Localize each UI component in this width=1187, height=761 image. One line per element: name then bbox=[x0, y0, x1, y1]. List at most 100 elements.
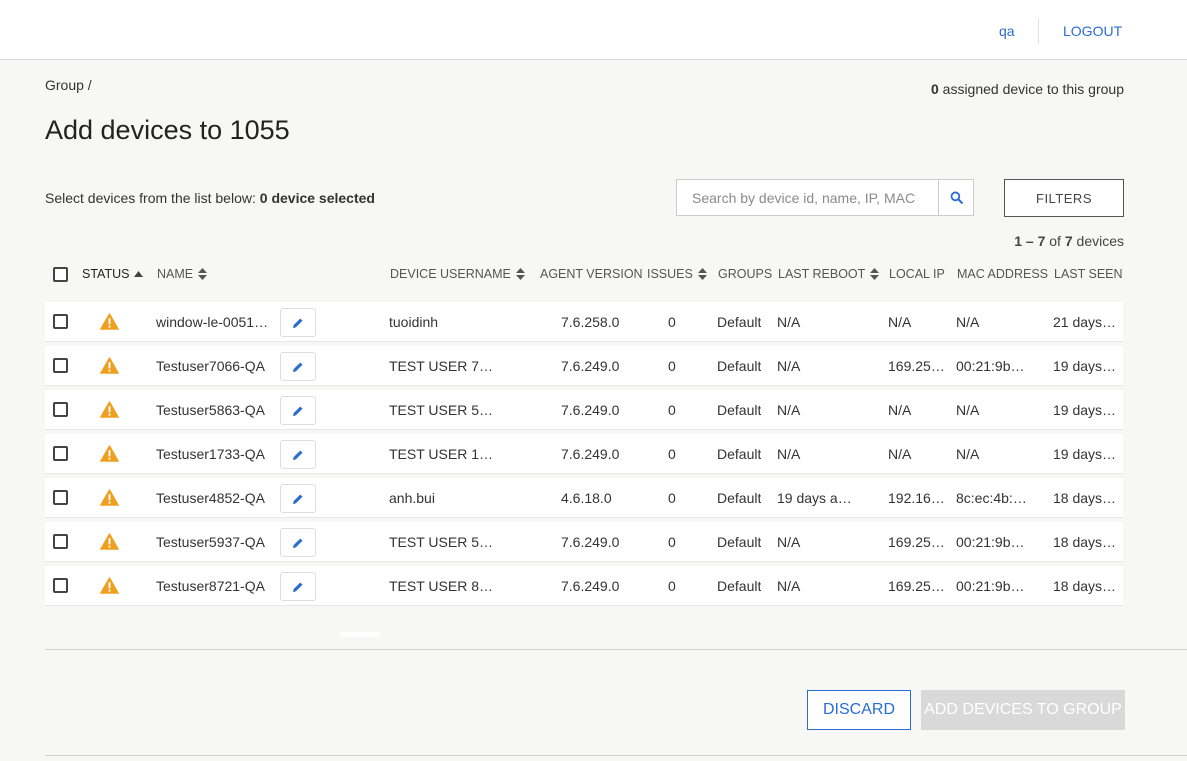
issues-count: 0 bbox=[668, 490, 676, 506]
divider bbox=[45, 649, 1187, 650]
breadcrumb[interactable]: Group / bbox=[45, 77, 92, 93]
mac-address: 8c:ec:4b:… bbox=[956, 490, 1027, 506]
table-header: STATUS NAME DEVICE USERNAME AGENT VERSIO… bbox=[45, 262, 1123, 288]
device-name: Testuser5863-QA bbox=[156, 402, 265, 418]
edit-name-button[interactable] bbox=[280, 308, 316, 337]
last-reboot: N/A bbox=[777, 534, 801, 550]
sort-icon bbox=[198, 268, 208, 280]
row-checkbox[interactable] bbox=[53, 534, 68, 549]
sort-icon bbox=[870, 268, 880, 280]
device-name: Testuser7066-QA bbox=[156, 358, 265, 374]
edit-name-button[interactable] bbox=[280, 528, 316, 557]
mac-address: N/A bbox=[956, 402, 980, 418]
warning-icon bbox=[100, 445, 119, 462]
column-name[interactable]: NAME bbox=[157, 267, 208, 281]
horizontal-scrollbar[interactable] bbox=[340, 632, 380, 637]
pagination-total: 7 bbox=[1064, 233, 1073, 249]
pagination-of: of bbox=[1049, 233, 1061, 249]
warning-icon bbox=[100, 577, 119, 594]
edit-name-button[interactable] bbox=[280, 484, 316, 513]
pencil-icon bbox=[293, 450, 303, 460]
topbar-separator bbox=[1038, 18, 1039, 44]
search-button[interactable] bbox=[938, 180, 973, 215]
warning-icon bbox=[100, 357, 119, 374]
user-menu-link[interactable]: qa bbox=[999, 23, 1015, 39]
edit-name-button[interactable] bbox=[280, 352, 316, 381]
agent-version: 7.6.249.0 bbox=[561, 534, 620, 550]
table-row[interactable]: Testuser5863-QA TEST USER 58… 7.6.249.0 … bbox=[45, 390, 1123, 430]
last-seen: 21 days… bbox=[1053, 314, 1117, 330]
pencil-icon bbox=[293, 318, 303, 328]
column-local-ip[interactable]: LOCAL IP bbox=[889, 267, 945, 281]
assigned-count-value: 0 bbox=[930, 81, 939, 97]
row-checkbox[interactable] bbox=[53, 314, 68, 329]
issues-count: 0 bbox=[668, 358, 676, 374]
row-checkbox[interactable] bbox=[53, 446, 68, 461]
mac-address: 00:21:9b:… bbox=[956, 534, 1028, 550]
warning-icon bbox=[100, 313, 119, 330]
group-name: Default bbox=[717, 402, 762, 418]
local-ip: N/A bbox=[888, 446, 912, 462]
logout-link[interactable]: LOGOUT bbox=[1063, 23, 1122, 39]
selection-count: 0 device selected bbox=[259, 190, 375, 206]
agent-version: 7.6.258.0 bbox=[561, 314, 620, 330]
group-name: Default bbox=[717, 578, 762, 594]
device-name: Testuser8721-QA bbox=[156, 578, 265, 594]
table-row[interactable]: Testuser1733-QA TEST USER 17… 7.6.249.0 … bbox=[45, 434, 1123, 474]
device-username: TEST USER 59… bbox=[389, 534, 494, 550]
search-input[interactable] bbox=[677, 180, 939, 215]
device-username: TEST USER 17… bbox=[389, 446, 494, 462]
mac-address: 00:21:9b:… bbox=[956, 578, 1028, 594]
pencil-icon bbox=[293, 362, 303, 372]
column-agent-version[interactable]: AGENT VERSION bbox=[540, 267, 643, 281]
row-checkbox[interactable] bbox=[53, 402, 68, 417]
select-all-checkbox[interactable] bbox=[53, 267, 68, 282]
last-seen: 18 days… bbox=[1053, 534, 1117, 550]
pagination-suffix: devices bbox=[1076, 233, 1124, 249]
search-box bbox=[676, 179, 974, 216]
last-seen: 19 days… bbox=[1053, 402, 1117, 418]
row-checkbox[interactable] bbox=[53, 490, 68, 505]
column-device-username[interactable]: DEVICE USERNAME bbox=[390, 267, 525, 281]
edit-name-button[interactable] bbox=[280, 572, 316, 601]
column-last-reboot[interactable]: LAST REBOOT bbox=[778, 267, 880, 281]
column-status-label: STATUS bbox=[82, 267, 130, 281]
table-row[interactable]: Testuser5937-QA TEST USER 59… 7.6.249.0 … bbox=[45, 522, 1123, 562]
warning-icon bbox=[100, 489, 119, 506]
group-name: Default bbox=[717, 446, 762, 462]
column-last-seen[interactable]: LAST SEEN bbox=[1054, 267, 1123, 281]
pagination-range: 1 – 7 bbox=[1014, 233, 1046, 249]
pencil-icon bbox=[293, 494, 303, 504]
group-name: Default bbox=[717, 490, 762, 506]
edit-name-button[interactable] bbox=[280, 440, 316, 469]
column-issues[interactable]: ISSUES bbox=[647, 267, 707, 281]
column-mac-address[interactable]: MAC ADDRESS bbox=[957, 267, 1048, 281]
mac-address: N/A bbox=[956, 446, 980, 462]
table-row[interactable]: window-le-0051a… tuoidinh 7.6.258.0 0 De… bbox=[45, 302, 1123, 342]
mac-address: 00:21:9b:… bbox=[956, 358, 1028, 374]
local-ip: 169.25… bbox=[888, 358, 945, 374]
edit-name-button[interactable] bbox=[280, 396, 316, 425]
add-devices-to-group-button[interactable]: ADD DEVICES TO GROUP bbox=[921, 690, 1125, 730]
filters-button[interactable]: FILTERS bbox=[1004, 179, 1124, 217]
discard-button[interactable]: DISCARD bbox=[807, 690, 911, 730]
sort-asc-icon bbox=[134, 271, 144, 277]
column-name-label: NAME bbox=[157, 267, 194, 281]
agent-version: 7.6.249.0 bbox=[561, 446, 620, 462]
last-reboot: N/A bbox=[777, 578, 801, 594]
table-row[interactable]: Testuser7066-QA TEST USER 70… 7.6.249.0 … bbox=[45, 346, 1123, 386]
row-checkbox[interactable] bbox=[53, 358, 68, 373]
issues-count: 0 bbox=[668, 402, 676, 418]
last-reboot: 19 days an… bbox=[777, 490, 859, 506]
pencil-icon bbox=[293, 582, 303, 592]
device-name: Testuser4852-QA bbox=[156, 490, 265, 506]
column-status[interactable]: STATUS bbox=[82, 267, 144, 281]
issues-count: 0 bbox=[668, 314, 676, 330]
device-username: TEST USER 58… bbox=[389, 402, 494, 418]
row-checkbox[interactable] bbox=[53, 578, 68, 593]
device-username: tuoidinh bbox=[389, 314, 439, 330]
table-row[interactable]: Testuser4852-QA anh.bui 4.6.18.0 0 Defau… bbox=[45, 478, 1123, 518]
sort-icon bbox=[515, 268, 525, 280]
column-groups[interactable]: GROUPS bbox=[718, 267, 772, 281]
table-row[interactable]: Testuser8721-QA TEST USER 87… 7.6.249.0 … bbox=[45, 566, 1123, 606]
